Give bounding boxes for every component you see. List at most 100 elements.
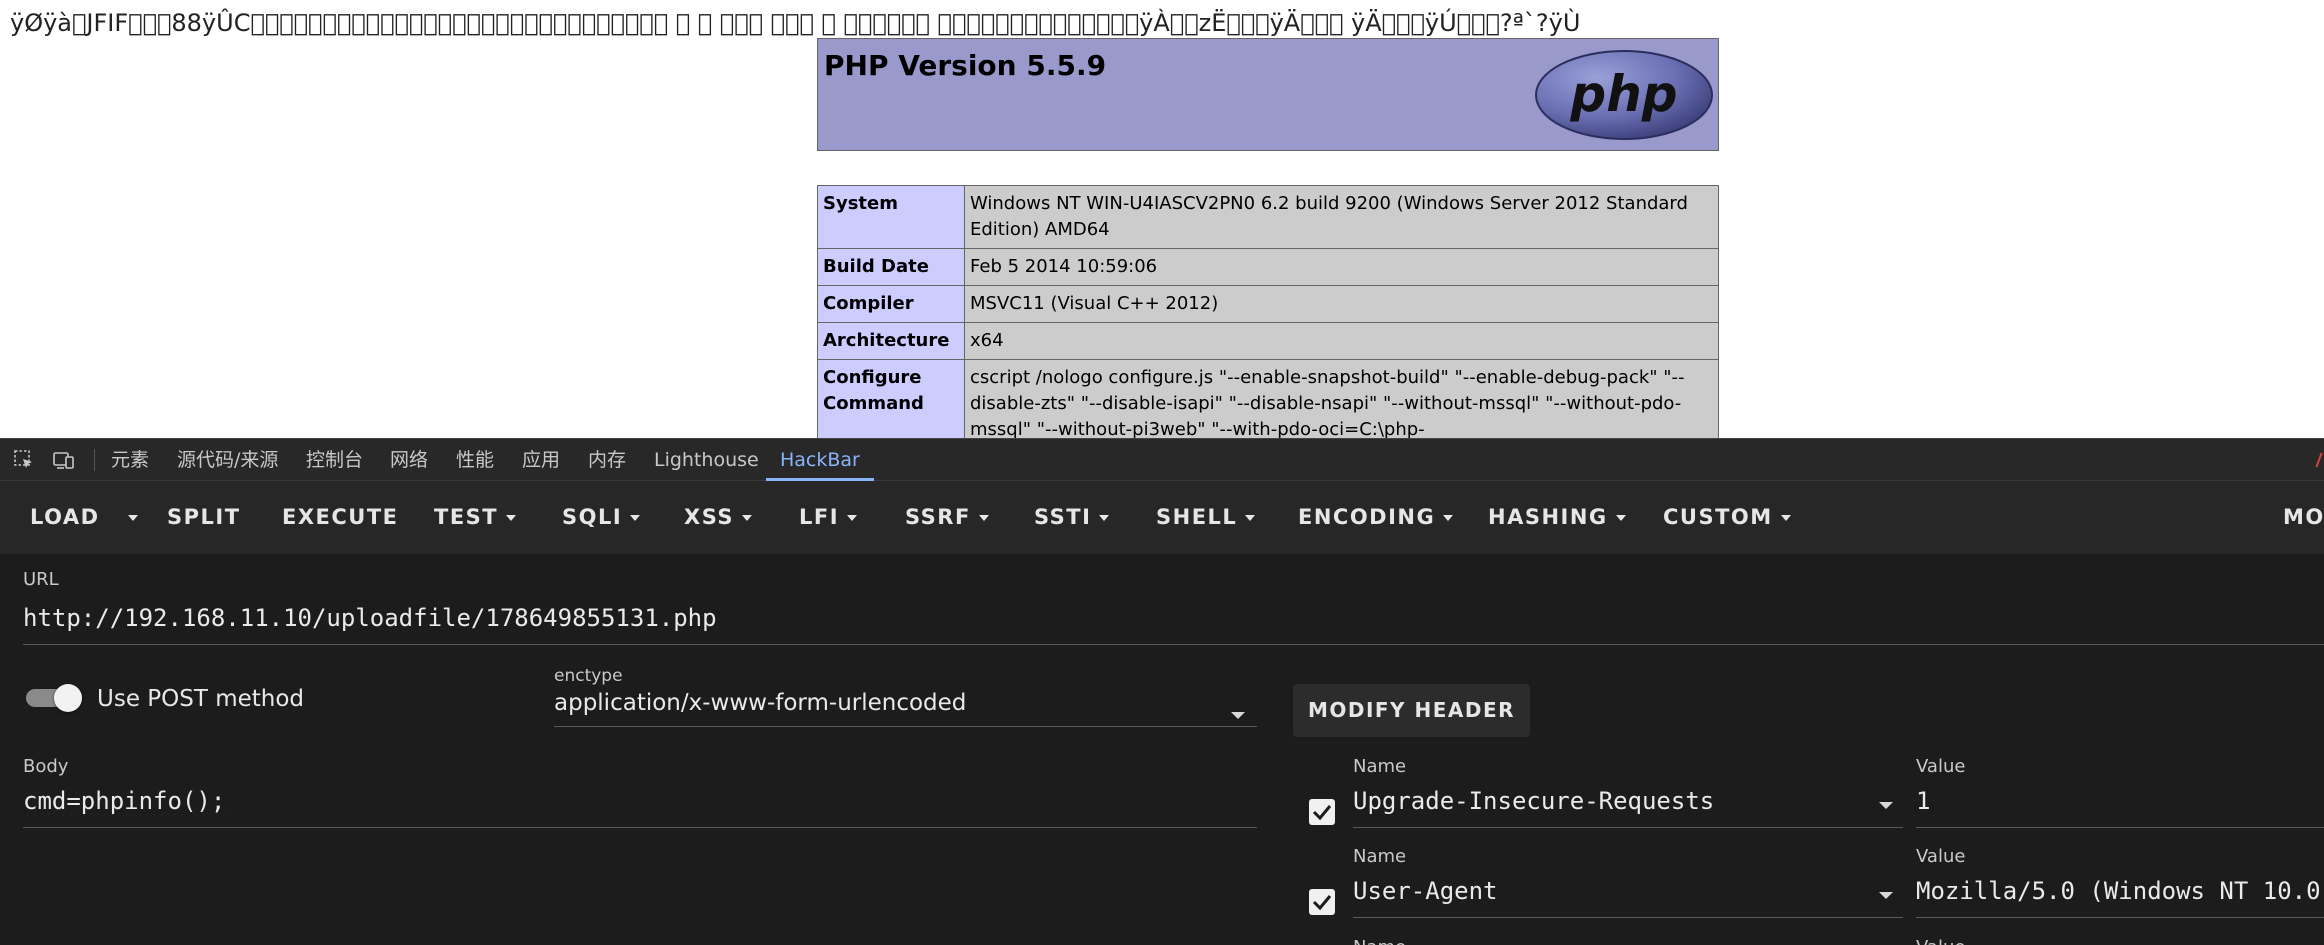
modify-header-button[interactable]: MODIFY HEADER — [1293, 684, 1530, 737]
tab-performance[interactable]: 性能 — [456, 439, 494, 481]
hashing-menu[interactable]: HASHING — [1488, 481, 1626, 554]
post-method-label: Use POST method — [97, 686, 305, 712]
tab-memory[interactable]: 内存 — [588, 439, 626, 481]
header-value-label: Value — [1916, 756, 1966, 777]
info-value: Windows NT WIN-U4IASCV2PN0 6.2 build 920… — [964, 185, 1719, 249]
tab-application[interactable]: 应用 — [522, 439, 560, 481]
shell-menu[interactable]: SHELL — [1156, 481, 1256, 554]
load-dropdown-toggle[interactable] — [120, 481, 138, 554]
ssti-label: SSTI — [1034, 505, 1092, 529]
error-indicator-icon[interactable] — [2315, 453, 2324, 467]
header-value-label: Value — [1916, 937, 1965, 945]
chevron-down-icon — [742, 515, 752, 521]
checkmark-icon — [1312, 805, 1332, 821]
test-label: TEST — [434, 505, 499, 529]
xss-menu[interactable]: XSS — [684, 481, 752, 554]
header-enabled-checkbox[interactable] — [1309, 889, 1335, 915]
toolbar-divider — [94, 449, 95, 471]
devtools-panel: 元素 源代码/来源 控制台 网络 性能 应用 内存 Lighthouse Hac… — [0, 438, 2324, 945]
info-key: Build Date — [817, 248, 965, 286]
test-menu[interactable]: TEST — [434, 481, 517, 554]
hackbar-body: URL http://192.168.11.10/uploadfile/1786… — [0, 554, 2324, 945]
chevron-down-icon — [630, 515, 641, 521]
header-name-underline — [1353, 917, 1903, 918]
php-info-header: PHP Version 5.5.9 php — [817, 38, 1719, 151]
shell-label: SHELL — [1156, 505, 1238, 529]
ssti-menu[interactable]: SSTI — [1034, 481, 1110, 554]
tab-sources[interactable]: 源代码/来源 — [177, 439, 278, 481]
xss-label: XSS — [684, 505, 734, 529]
chevron-down-icon — [1099, 515, 1110, 521]
checkmark-icon — [1312, 895, 1332, 911]
device-toolbar-icon[interactable] — [52, 448, 76, 472]
info-value: cscript /nologo configure.js "--enable-s… — [964, 359, 1719, 438]
chevron-down-icon — [847, 515, 858, 521]
info-key: Configure Command — [817, 359, 965, 438]
custom-menu[interactable]: CUSTOM — [1663, 481, 1791, 554]
info-key: System — [817, 185, 965, 249]
header-enabled-checkbox[interactable] — [1309, 799, 1335, 825]
info-row: Compiler MSVC11 (Visual C++ 2012) — [817, 285, 1719, 323]
php-info-table: System Windows NT WIN-U4IASCV2PN0 6.2 bui… — [817, 185, 1719, 438]
chevron-down-icon — [978, 515, 989, 521]
devtools-tab-bar: 元素 源代码/来源 控制台 网络 性能 应用 内存 Lighthouse Hac… — [0, 438, 2324, 481]
chevron-down-icon[interactable] — [1879, 802, 1893, 809]
url-underline — [23, 644, 2324, 645]
hashing-label: HASHING — [1488, 505, 1608, 529]
header-name-underline — [1353, 827, 1903, 828]
sqli-label: SQLI — [562, 505, 623, 529]
chevron-down-icon — [1245, 515, 1256, 521]
chevron-down-icon[interactable] — [1879, 892, 1893, 899]
enctype-underline — [554, 726, 1257, 727]
php-logo-icon: php — [1535, 50, 1713, 140]
info-row: Architecture x64 — [817, 322, 1719, 360]
tab-network[interactable]: 网络 — [390, 439, 428, 481]
enctype-select[interactable]: application/x-www-form-urlencoded — [554, 690, 966, 716]
url-input[interactable]: http://192.168.11.10/uploadfile/17864985… — [23, 604, 2313, 632]
info-value: MSVC11 (Visual C++ 2012) — [964, 285, 1719, 323]
body-input[interactable]: cmd=phpinfo(); — [23, 787, 1253, 815]
ssrf-menu[interactable]: SSRF — [905, 481, 989, 554]
tab-elements[interactable]: 元素 — [111, 439, 149, 481]
encoding-menu[interactable]: ENCODING — [1298, 481, 1454, 554]
chevron-down-icon — [1780, 515, 1791, 521]
php-logo-text: php — [1569, 65, 1677, 123]
encoding-label: ENCODING — [1298, 505, 1436, 529]
body-label: Body — [23, 756, 69, 777]
info-key: Architecture — [817, 322, 965, 360]
info-row: Configure Command cscript /nologo configu… — [817, 359, 1719, 438]
chevron-down-icon — [128, 515, 138, 521]
chevron-down-icon — [1443, 515, 1454, 521]
more-button[interactable]: MOR — [2283, 481, 2324, 554]
header-value-underline — [1916, 827, 2324, 828]
url-label: URL — [23, 569, 59, 590]
info-row: System Windows NT WIN-U4IASCV2PN0 6.2 bui… — [817, 185, 1719, 249]
post-method-toggle[interactable] — [24, 684, 82, 712]
chevron-down-icon[interactable] — [1231, 712, 1245, 719]
chevron-down-icon — [1615, 515, 1626, 521]
enctype-label: enctype — [554, 666, 623, 686]
ssrf-label: SSRF — [905, 505, 971, 529]
split-button[interactable]: SPLIT — [167, 481, 241, 554]
chevron-down-icon — [506, 515, 517, 521]
body-underline — [23, 827, 1257, 828]
info-key: Compiler — [817, 285, 965, 323]
inspect-element-icon[interactable] — [12, 448, 36, 472]
header-name-select[interactable]: User-Agent — [1353, 877, 1873, 905]
load-button[interactable]: LOAD — [30, 481, 100, 554]
toggle-knob — [54, 684, 82, 712]
sqli-menu[interactable]: SQLI — [562, 481, 641, 554]
header-name-select[interactable]: Upgrade-Insecure-Requests — [1353, 787, 1873, 815]
custom-label: CUSTOM — [1663, 505, 1773, 529]
header-name-label: Name — [1353, 937, 1406, 945]
execute-button[interactable]: EXECUTE — [282, 481, 399, 554]
lfi-menu[interactable]: LFI — [799, 481, 858, 554]
php-version-title: PHP Version 5.5.9 — [824, 49, 1107, 82]
tab-lighthouse[interactable]: Lighthouse — [654, 439, 759, 481]
header-value-input[interactable]: Mozilla/5.0 (Windows NT 10.0 — [1916, 877, 2324, 905]
header-name-label: Name — [1353, 846, 1407, 867]
tab-console[interactable]: 控制台 — [306, 439, 363, 481]
header-name-label: Name — [1353, 756, 1407, 777]
tab-hackbar[interactable]: HackBar — [766, 439, 874, 481]
header-value-input[interactable]: 1 — [1916, 787, 2324, 815]
